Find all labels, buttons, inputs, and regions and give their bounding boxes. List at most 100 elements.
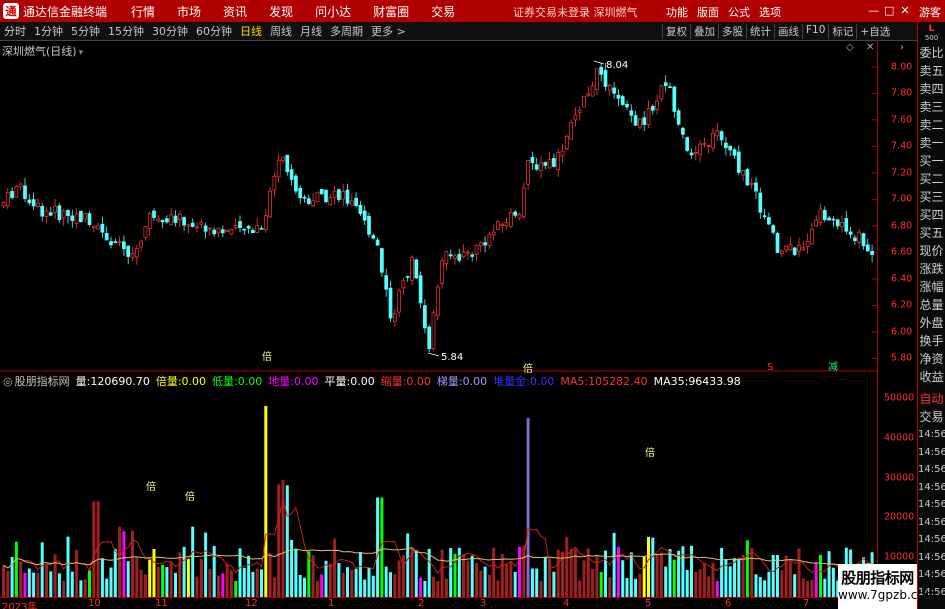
minimize-icon[interactable]: —: [868, 4, 879, 17]
volume-bar: [604, 550, 607, 597]
tool-statistics[interactable]: 统计: [746, 24, 774, 39]
candle: [134, 248, 139, 258]
volume-bar: [109, 567, 113, 597]
sidebar-item-12[interactable]: 涨跌: [918, 260, 945, 278]
chevron-down-icon[interactable]: ▾: [79, 48, 84, 58]
volume-bar: [161, 564, 165, 597]
tab-15min[interactable]: 15分钟: [108, 23, 144, 39]
candle: [556, 152, 561, 170]
sidebar-top[interactable]: L 500: [918, 22, 945, 44]
menu-wealth[interactable]: 财富圈: [373, 3, 409, 20]
volume-bar: [328, 563, 332, 597]
tool-f10[interactable]: F10: [802, 24, 828, 39]
sidebar-item-3[interactable]: 卖三: [918, 98, 945, 116]
sidebar-item-0[interactable]: 委比: [918, 44, 945, 62]
tool-draw[interactable]: 画线: [774, 24, 802, 39]
sidebar-time-6: 14:56: [918, 534, 945, 545]
sidebar-action-1[interactable]: 交易: [918, 408, 945, 426]
candle: [595, 68, 599, 91]
menu-formula[interactable]: 公式: [728, 4, 750, 20]
tab-daily[interactable]: 日线: [240, 23, 262, 39]
sidebar-item-10[interactable]: 买五: [918, 224, 945, 242]
tab-timeshare[interactable]: 分时: [4, 23, 26, 39]
candle: [354, 197, 358, 207]
volume-bar: [771, 554, 775, 597]
maximize-icon[interactable]: □: [884, 4, 894, 17]
diamond-icon[interactable]: ◇: [846, 42, 854, 53]
sidebar-item-18[interactable]: 收益: [918, 368, 945, 386]
tool-restore-rights[interactable]: 复权: [662, 24, 690, 39]
tab-5min[interactable]: 5分钟: [71, 23, 100, 39]
price-tick-5: 7.00: [891, 193, 913, 205]
candle: [810, 228, 814, 245]
sidebar-item-6[interactable]: 买一: [918, 152, 945, 170]
volume-bar: [182, 546, 186, 597]
menu-discover[interactable]: 发现: [269, 3, 293, 20]
close-pane-icon[interactable]: ✕: [866, 42, 874, 53]
tool-overlay[interactable]: 叠加: [690, 24, 718, 39]
tab-multi-period[interactable]: 多周期: [330, 23, 363, 39]
kline-chart[interactable]: 倍倍倍倍倍 8.04 5.84 S 减: [0, 41, 878, 597]
menu-function[interactable]: 功能: [666, 4, 688, 20]
tab-more[interactable]: 更多 >: [371, 23, 406, 39]
candle: [40, 206, 45, 217]
sidebar-item-8[interactable]: 买三: [918, 188, 945, 206]
close-icon[interactable]: ✕: [900, 4, 910, 17]
volume-bar: [285, 485, 289, 597]
candle: [337, 189, 341, 200]
menu-layout[interactable]: 版面: [697, 4, 719, 20]
sidebar-item-14[interactable]: 总量: [918, 296, 945, 314]
sidebar-item-11[interactable]: 现价: [918, 242, 945, 260]
candle: [844, 218, 849, 232]
indicator-name[interactable]: 股朋指标网: [15, 373, 70, 389]
sidebar-item-13[interactable]: 涨幅: [918, 278, 945, 296]
sidebar-item-1[interactable]: 卖五: [918, 62, 945, 80]
sidebar-item-16[interactable]: 换手: [918, 332, 945, 350]
low-price-label: 5.84: [441, 352, 463, 363]
volume-bar: [741, 554, 745, 597]
menu-ask[interactable]: 问小达: [315, 3, 351, 20]
volume-bar: [62, 580, 66, 597]
candle: [547, 158, 552, 169]
tab-1min[interactable]: 1分钟: [34, 23, 63, 39]
candle: [229, 228, 234, 235]
candle: [539, 162, 543, 171]
sidebar-time-5: 14:56: [918, 516, 945, 528]
candle: [771, 225, 776, 233]
tab-monthly[interactable]: 月线: [300, 23, 322, 39]
candle: [573, 114, 578, 121]
sidebar-item-4[interactable]: 卖二: [918, 116, 945, 134]
tool-mark[interactable]: 标记: [828, 24, 856, 39]
tab-30min[interactable]: 30分钟: [152, 23, 188, 39]
candle: [470, 254, 475, 257]
candle: [818, 208, 823, 223]
sidebar-item-15[interactable]: 外盘: [918, 314, 945, 332]
menu-options[interactable]: 选项: [759, 4, 781, 20]
sidebar-item-9[interactable]: 买四: [918, 206, 945, 224]
candle: [564, 135, 569, 150]
menu-trade[interactable]: 交易: [431, 3, 455, 20]
sidebar-item-2[interactable]: 卖四: [918, 80, 945, 98]
tool-multi-stock[interactable]: 多股: [718, 24, 746, 39]
menu-news[interactable]: 资讯: [223, 3, 247, 20]
volume-bar: [255, 568, 259, 597]
candle: [216, 227, 221, 234]
candle: [109, 241, 113, 246]
sidebar-item-7[interactable]: 买二: [918, 170, 945, 188]
tab-weekly[interactable]: 周线: [270, 23, 292, 39]
volume-bar: [384, 566, 388, 597]
menu-quotes[interactable]: 行情: [131, 3, 155, 20]
volume-bar: [492, 547, 496, 597]
tool-add-watchlist[interactable]: +自选: [856, 24, 893, 39]
volume-bar: [668, 549, 672, 597]
volume-bar: [113, 548, 117, 597]
menu-market[interactable]: 市场: [177, 3, 201, 20]
login-status[interactable]: 证券交易未登录 深圳燃气: [513, 4, 638, 20]
sidebar-item-5[interactable]: 卖一: [918, 134, 945, 152]
volume-bar: [672, 559, 676, 597]
indicator-settings-icon[interactable]: ◎: [3, 375, 13, 388]
sidebar-item-17[interactable]: 净资: [918, 350, 945, 368]
sidebar-action-0[interactable]: 自动: [918, 390, 945, 408]
guest-label[interactable]: 游客: [919, 4, 941, 20]
tab-60min[interactable]: 60分钟: [196, 23, 232, 39]
